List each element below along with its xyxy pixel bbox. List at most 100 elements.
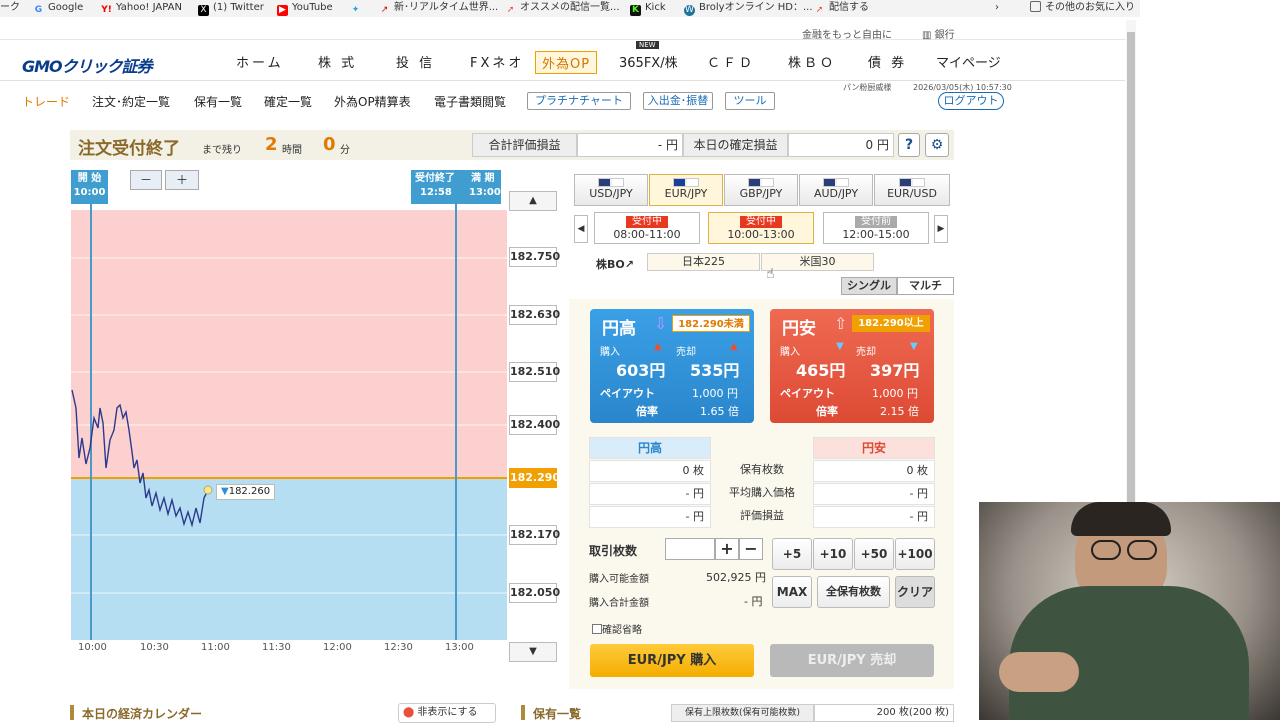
qty-plus-button[interactable]: + — [715, 538, 739, 560]
pair-usdjpy[interactable]: USD/JPY — [574, 174, 648, 206]
subnav-holdings[interactable]: 保有一覧 — [194, 93, 242, 110]
kabu-bo-link[interactable]: 株BO↗ — [596, 256, 634, 272]
session-0800[interactable]: 受付中 08:00-11:00 — [594, 212, 700, 244]
scrollbar-thumb[interactable] — [1127, 32, 1135, 512]
bookmark-haishin[interactable]: ➚ 配信する — [814, 0, 869, 17]
gridlines — [71, 257, 507, 594]
nav-365fx[interactable]: 365FX/株 — [619, 52, 678, 71]
total-label: 購入合計金額 — [589, 598, 649, 609]
add-5-button[interactable]: +5 — [772, 538, 812, 570]
nav-fxneo[interactable]: FXネオ — [470, 52, 524, 71]
mode-single[interactable]: シングル — [841, 277, 897, 295]
hide-calendar-button[interactable]: ⬤ 非表示にする — [398, 703, 496, 723]
hair — [1071, 502, 1171, 536]
zoom-out-button[interactable]: － — [130, 170, 162, 190]
bookmark-broly[interactable]: W Brolyオンライン HD：... — [684, 0, 813, 17]
clear-button[interactable]: クリア — [895, 576, 935, 608]
hand — [999, 652, 1079, 692]
bookmark-bird[interactable]: ✦ — [350, 0, 365, 17]
chevron-right-icon[interactable]: › — [995, 0, 999, 17]
calendar-title: 本日の経済カレンダー — [82, 707, 203, 721]
pair-audjpy[interactable]: AUD/JPY — [799, 174, 873, 206]
cursor-icon: ☝ — [766, 266, 775, 282]
nav-home[interactable]: ホーム — [236, 52, 284, 71]
low-card[interactable]: 円安 ⇧ 182.290以上 購入 ▼ 売却 ▼ 465円 397円 ペイアウト… — [770, 309, 934, 423]
pair-eurjpy[interactable]: EUR/JPY — [649, 174, 723, 206]
deposit-button[interactable]: 入出金･振替 — [643, 92, 713, 110]
kabu-nikkei225[interactable]: 日本225 — [647, 253, 760, 271]
glasses-icon — [1091, 540, 1121, 560]
bookmark-youtube[interactable]: ▶ YouTube — [277, 0, 333, 17]
pair-eurusd[interactable]: EUR/USD — [874, 174, 950, 206]
subnav-trade[interactable]: トレード — [22, 93, 70, 110]
high-sell-price[interactable]: 535円 — [690, 357, 739, 381]
mode-multi[interactable]: マルチ — [897, 277, 954, 295]
x-tick: 13:00 — [445, 642, 474, 653]
scrollbar[interactable] — [1126, 20, 1136, 520]
buy-button[interactable]: EUR/JPY 購入 — [590, 644, 754, 677]
bookmark-item[interactable]: ーク — [0, 0, 20, 17]
add-100-button[interactable]: +100 — [895, 538, 935, 570]
holdings-cell: 0 枚 — [813, 460, 935, 482]
tools-button[interactable]: ツール — [725, 92, 775, 110]
scroll-up-button[interactable]: ▲ — [509, 191, 557, 211]
down-arrow-icon: ⇩ — [654, 314, 668, 333]
nav-cfd[interactable]: ＣＦＤ — [707, 52, 755, 71]
high-buy-price[interactable]: 603円 — [616, 357, 665, 381]
remain-minutes: 0 — [323, 134, 336, 155]
low-sell-price[interactable]: 397円 — [870, 357, 919, 381]
nav-stock[interactable]: 株 式 — [318, 52, 357, 71]
nav-gaitame-op[interactable]: 外為OP — [535, 51, 598, 74]
bookmark-yahoo[interactable]: Y! Yahoo! JAPAN — [101, 0, 182, 17]
brand-logo[interactable]: GMOクリック証券 — [22, 53, 153, 77]
session-prev-button[interactable]: ◀ — [574, 215, 588, 243]
high-rate: 1.65 倍 — [700, 405, 739, 418]
gear-icon[interactable]: ⚙ — [925, 133, 949, 157]
scroll-down-button[interactable]: ▼ — [509, 642, 557, 662]
high-buy-label: 購入 — [600, 347, 620, 358]
up-triangle-icon: ▲ — [730, 341, 738, 352]
nav-fund[interactable]: 投 信 — [396, 52, 435, 71]
nav-bond[interactable]: 債 券 — [868, 52, 907, 71]
session-1000[interactable]: 受付中 10:00-13:00 — [708, 212, 814, 244]
help-button[interactable]: ? — [898, 133, 920, 157]
zoom-in-button[interactable]: ＋ — [165, 170, 199, 190]
holdings-cell: 0 枚 — [589, 460, 711, 482]
bookmarks-bar: ーク G Google Y! Yahoo! JAPAN X (1) Twitter ▶… — [0, 0, 1140, 17]
session-1200[interactable]: 受付前 12:00-15:00 — [823, 212, 929, 244]
remain-label: まで残り — [202, 145, 242, 156]
bookmark-others[interactable]: その他のお気に入り — [1030, 0, 1135, 17]
logout-button[interactable]: ログアウト — [938, 92, 1004, 110]
low-title: 円安 — [782, 319, 816, 339]
subnav-settled[interactable]: 確定一覧 — [264, 93, 312, 110]
up-arrow-icon: ⇧ — [834, 314, 848, 333]
session-next-button[interactable]: ▶ — [934, 215, 948, 243]
bookmark-osusume[interactable]: ➚ オススメの配信一覧... — [505, 0, 620, 17]
subnav-settlement[interactable]: 外為OP精算表 — [334, 93, 411, 110]
bank-link[interactable]: ▥ 銀行 — [922, 26, 955, 41]
sell-button[interactable]: EUR/JPY 売却 — [770, 644, 934, 677]
add-10-button[interactable]: +10 — [813, 538, 853, 570]
bookmark-twitter[interactable]: X (1) Twitter — [198, 0, 264, 17]
high-card[interactable]: 円高 ⇩ 182.290未満 購入 ▲ 売却 ▲ 603円 535円 ペイアウト… — [590, 309, 754, 423]
all-holdings-button[interactable]: 全保有枚数 — [817, 576, 890, 608]
subnav-orders[interactable]: 注文･約定一覧 — [92, 93, 170, 110]
skip-confirm-checkbox[interactable]: 確認省略 — [592, 621, 642, 636]
platinum-chart-button[interactable]: プラチナチャート — [527, 92, 631, 110]
nav-mypage[interactable]: マイページ — [936, 52, 1001, 71]
kabu-us30[interactable]: 米国30 — [761, 253, 874, 271]
holdings-cell: - 円 — [813, 506, 935, 528]
subnav-documents[interactable]: 電子書類閲覧 — [434, 93, 506, 110]
low-buy-price[interactable]: 465円 — [796, 357, 845, 381]
bookmark-google[interactable]: G Google — [33, 0, 83, 17]
pair-gbpjpy[interactable]: GBP/JPY — [724, 174, 798, 206]
bookmark-kick[interactable]: K Kick — [630, 0, 666, 17]
qty-input[interactable] — [665, 538, 715, 560]
nav-kabu-bo[interactable]: 株ＢＯ — [788, 52, 836, 71]
limit-value: 200 枚(200 枚) — [814, 704, 954, 722]
qty-minus-button[interactable]: − — [739, 538, 763, 560]
max-button[interactable]: MAX — [772, 576, 812, 608]
pl-eval-value: - 円 — [577, 133, 683, 157]
add-50-button[interactable]: +50 — [854, 538, 894, 570]
bookmark-realtime[interactable]: ↗ 新･リアルタイム世界... — [379, 0, 499, 17]
